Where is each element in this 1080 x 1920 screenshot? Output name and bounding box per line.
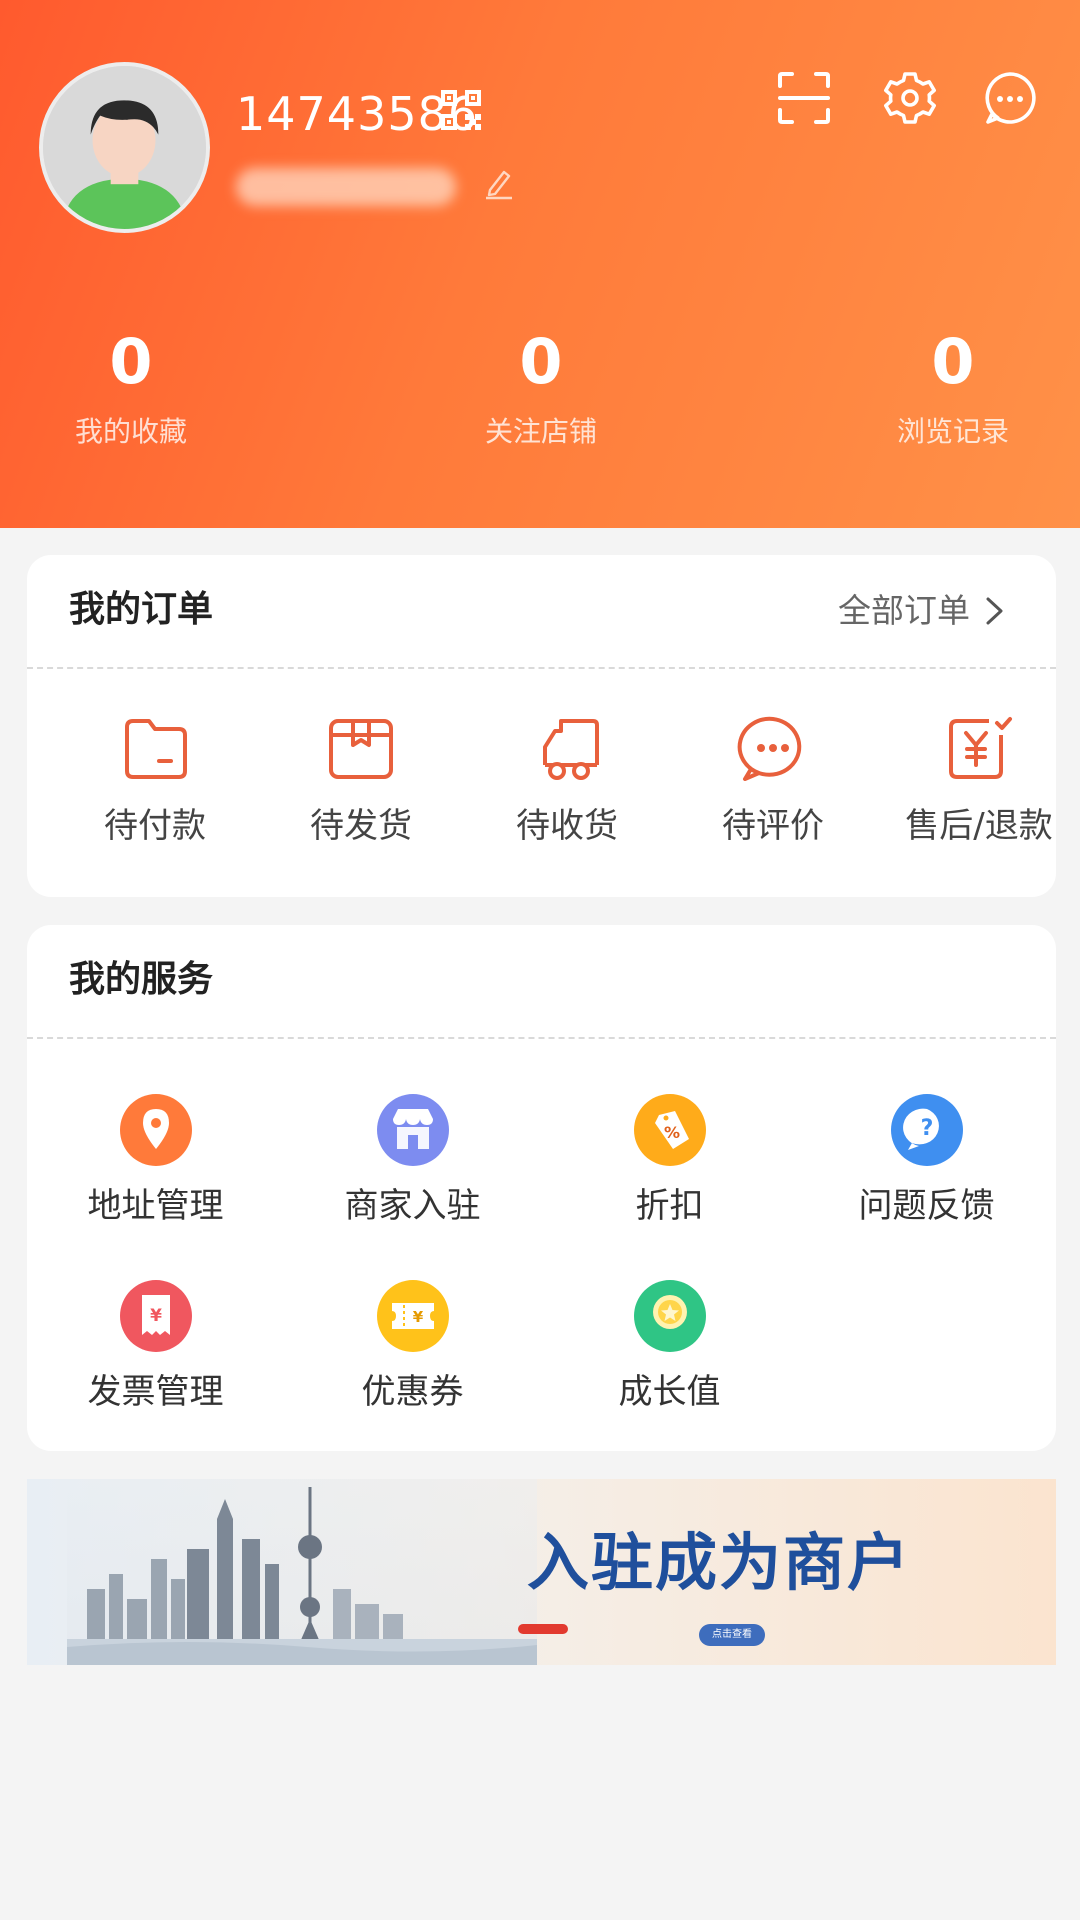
merchant-promo-banner[interactable]: 入驻成为商户 点击查看 — [27, 1479, 1056, 1665]
qr-code-icon[interactable] — [441, 90, 481, 130]
order-label: 待评价 — [722, 806, 824, 846]
wallet-icon — [125, 719, 187, 779]
svg-text:%: % — [663, 1123, 679, 1142]
svg-text:¥: ¥ — [412, 1308, 423, 1326]
service-coupons[interactable]: ¥ 优惠券 — [284, 1279, 541, 1415]
order-pending-shipment[interactable]: 待发货 — [258, 713, 464, 849]
stat-label: 浏览记录 — [896, 415, 1009, 448]
stat-browse-history[interactable]: 0 浏览记录 — [823, 320, 1080, 452]
order-label: 待收货 — [516, 806, 618, 846]
stat-label: 我的收藏 — [74, 415, 187, 448]
order-label: 售后/退款 — [905, 806, 1053, 846]
service-invoice-management[interactable]: ¥ 发票管理 — [27, 1279, 284, 1415]
service-growth-value[interactable]: 成长值 — [541, 1279, 798, 1415]
nickname-blurred — [236, 168, 456, 206]
banner-title: 入驻成为商户 — [527, 1526, 912, 1599]
service-label: 优惠券 — [361, 1372, 464, 1412]
avatar[interactable] — [39, 62, 210, 233]
profile-header: 14743586 0 我的收藏 0 关注店铺 0 浏览记录 — [0, 0, 1080, 528]
all-orders-label: 全部订单 — [838, 591, 970, 630]
store-icon — [376, 1094, 449, 1166]
coupon-icon: ¥ — [376, 1280, 449, 1352]
divider — [27, 1037, 1056, 1039]
order-label: 待发货 — [310, 806, 412, 846]
city-skyline-image — [67, 1479, 537, 1665]
discount-icon: % — [633, 1094, 706, 1166]
refund-icon — [949, 717, 1012, 779]
chevron-right-icon — [986, 597, 1003, 625]
order-after-sales-refund[interactable]: 售后/退款 — [876, 713, 1080, 849]
order-label: 待付款 — [104, 806, 206, 846]
stat-followed-shops[interactable]: 0 关注店铺 — [411, 320, 671, 452]
service-label: 地址管理 — [87, 1186, 224, 1226]
svg-text:¥: ¥ — [150, 1306, 162, 1326]
service-feedback[interactable]: ? 问题反馈 — [798, 1093, 1055, 1229]
carousel-indicator — [518, 1624, 568, 1634]
service-label: 问题反馈 — [858, 1186, 995, 1226]
stat-value: 0 — [931, 325, 975, 398]
stat-favorites[interactable]: 0 我的收藏 — [1, 320, 261, 452]
service-label: 商家入驻 — [344, 1186, 481, 1226]
banner-view-button[interactable]: 点击查看 — [699, 1624, 765, 1646]
stat-value: 0 — [519, 325, 563, 398]
order-pending-receipt[interactable]: 待收货 — [464, 713, 670, 849]
orders-title: 我的订单 — [69, 589, 214, 630]
order-pending-payment[interactable]: 待付款 — [52, 713, 258, 849]
divider — [27, 667, 1056, 669]
question-icon: ? — [890, 1094, 963, 1166]
growth-icon — [633, 1280, 706, 1352]
scan-icon[interactable] — [776, 70, 832, 126]
service-discount[interactable]: % 折扣 — [541, 1093, 798, 1229]
orders-card: 我的订单 全部订单 待付款 待发货 待收货 待评价 售后/退款 — [27, 555, 1056, 897]
location-icon — [119, 1094, 192, 1166]
services-card: 我的服务 地址管理 商家入驻 % 折扣 ? 问题反馈 ¥ 发票管理 ¥ 优惠券 … — [27, 925, 1056, 1451]
service-label: 折扣 — [635, 1186, 704, 1226]
stat-label: 关注店铺 — [484, 415, 597, 448]
svg-text:?: ? — [920, 1116, 933, 1141]
settings-gear-icon[interactable] — [882, 70, 938, 126]
edit-icon[interactable] — [482, 166, 516, 200]
chat-icon — [737, 716, 802, 781]
order-pending-review[interactable]: 待评价 — [670, 713, 876, 849]
service-merchant-onboarding[interactable]: 商家入驻 — [284, 1093, 541, 1229]
service-address-management[interactable]: 地址管理 — [27, 1093, 284, 1229]
all-orders-link[interactable]: 全部订单 — [838, 587, 1006, 635]
invoice-icon: ¥ — [119, 1280, 192, 1352]
services-title: 我的服务 — [69, 959, 214, 1000]
box-icon — [329, 719, 393, 779]
service-label: 成长值 — [618, 1372, 721, 1412]
stat-value: 0 — [109, 325, 153, 398]
truck-icon — [543, 719, 599, 780]
avatar-image — [43, 66, 206, 229]
service-label: 发票管理 — [87, 1372, 224, 1412]
message-icon[interactable] — [982, 70, 1038, 126]
